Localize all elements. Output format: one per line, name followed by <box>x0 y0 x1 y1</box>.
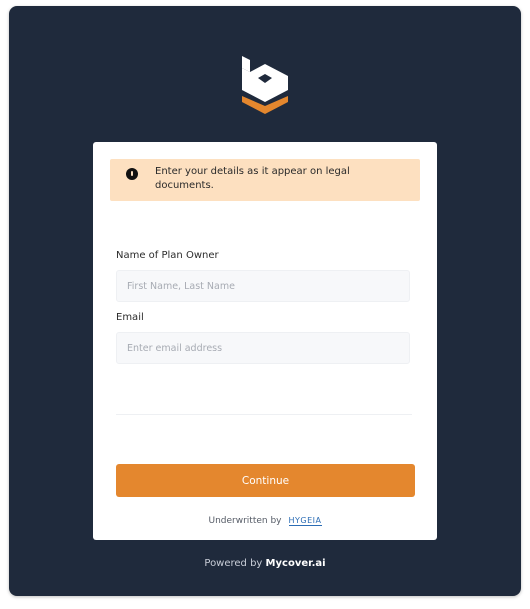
form-card: Enter your details as it appear on legal… <box>93 142 437 540</box>
powered-prefix: Powered by <box>204 558 263 569</box>
underwritten-prefix: Underwritten by <box>208 516 282 526</box>
underwritten-line: Underwritten by HYGEIA <box>93 516 437 526</box>
exclamation-circle-icon <box>126 168 138 180</box>
email-label: Email <box>116 312 144 323</box>
info-notice: Enter your details as it appear on legal… <box>110 159 420 201</box>
divider <box>116 414 412 415</box>
plan-owner-input[interactable] <box>116 270 410 302</box>
continue-button[interactable]: Continue <box>116 464 415 497</box>
email-input[interactable] <box>116 332 410 364</box>
powered-by: Powered by Mycover.ai <box>9 558 521 569</box>
app-frame: Enter your details as it appear on legal… <box>9 6 521 596</box>
plan-owner-label: Name of Plan Owner <box>116 250 219 261</box>
powered-brand: Mycover.ai <box>265 558 326 569</box>
brand-logo <box>242 56 288 114</box>
hygeia-logo: HYGEIA <box>288 516 322 526</box>
notice-text: Enter your details as it appear on legal… <box>155 166 350 191</box>
